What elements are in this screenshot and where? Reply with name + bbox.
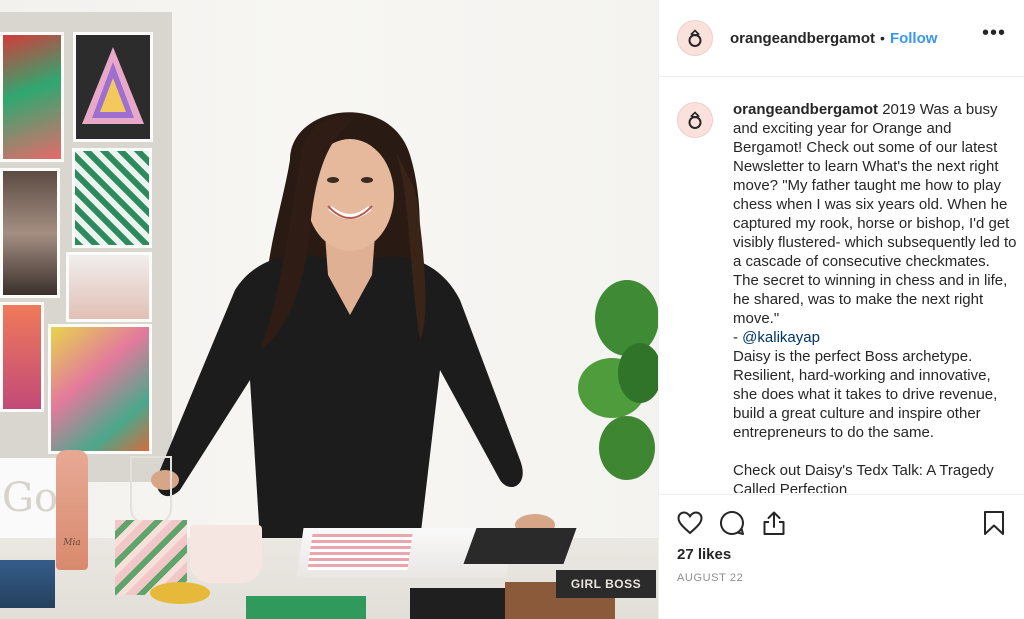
caption-body: 2019 Was a busy and exciting year for Or… bbox=[733, 101, 1017, 346]
likes-count[interactable]: 27 likes bbox=[659, 539, 1024, 563]
wine-glass bbox=[130, 456, 172, 526]
bookmark-icon bbox=[984, 511, 1004, 535]
caption-avatar[interactable] bbox=[677, 102, 713, 138]
ring-logo-icon bbox=[688, 29, 702, 47]
caption: orangeandbergamot 2019 Was a busy and ex… bbox=[677, 100, 1017, 493]
avatar[interactable] bbox=[677, 20, 713, 56]
post-side-panel: orangeandbergamot • Follow ••• orangeand… bbox=[658, 0, 1024, 619]
comment-button[interactable] bbox=[717, 508, 747, 538]
like-button[interactable] bbox=[675, 508, 705, 538]
gold-dish bbox=[150, 582, 210, 604]
header-username[interactable]: orangeandbergamot bbox=[730, 30, 875, 47]
post-actions: 27 likes AUGUST 22 bbox=[659, 494, 1024, 584]
comment-icon bbox=[720, 510, 744, 535]
mug bbox=[190, 525, 262, 583]
save-button[interactable] bbox=[979, 508, 1009, 538]
watch-box bbox=[410, 588, 510, 619]
champagne-bottle bbox=[56, 450, 88, 570]
heart-icon bbox=[677, 511, 703, 535]
caption-body-continued: Daisy is the perfect Boss archetype. Res… bbox=[733, 348, 998, 493]
follow-button[interactable]: Follow bbox=[890, 30, 938, 47]
action-icons bbox=[659, 495, 1024, 539]
post-header: orangeandbergamot • Follow ••• bbox=[659, 0, 1024, 77]
caption-username[interactable]: orangeandbergamot bbox=[733, 101, 878, 118]
share-icon bbox=[763, 511, 785, 535]
post-photo[interactable]: Go Mia GIRL BOSS bbox=[0, 0, 658, 619]
ring-logo-icon bbox=[688, 111, 702, 129]
woman bbox=[151, 112, 555, 540]
girl-boss-box: GIRL BOSS bbox=[556, 570, 656, 598]
triangle-art bbox=[82, 47, 144, 124]
share-button[interactable] bbox=[759, 508, 789, 538]
caption-text: orangeandbergamot 2019 Was a busy and ex… bbox=[733, 100, 1017, 493]
plant bbox=[578, 280, 658, 480]
bottle-label: Mia bbox=[63, 538, 81, 548]
mention-link[interactable]: @kalikayap bbox=[742, 329, 820, 346]
more-options-button[interactable]: ••• bbox=[982, 23, 1006, 48]
instagram-post: Go Mia GIRL BOSS orangeandbergamot • Fol… bbox=[0, 0, 1024, 619]
separator-dot: • bbox=[880, 30, 885, 46]
post-date[interactable]: AUGUST 22 bbox=[659, 563, 1024, 584]
books bbox=[0, 560, 55, 608]
